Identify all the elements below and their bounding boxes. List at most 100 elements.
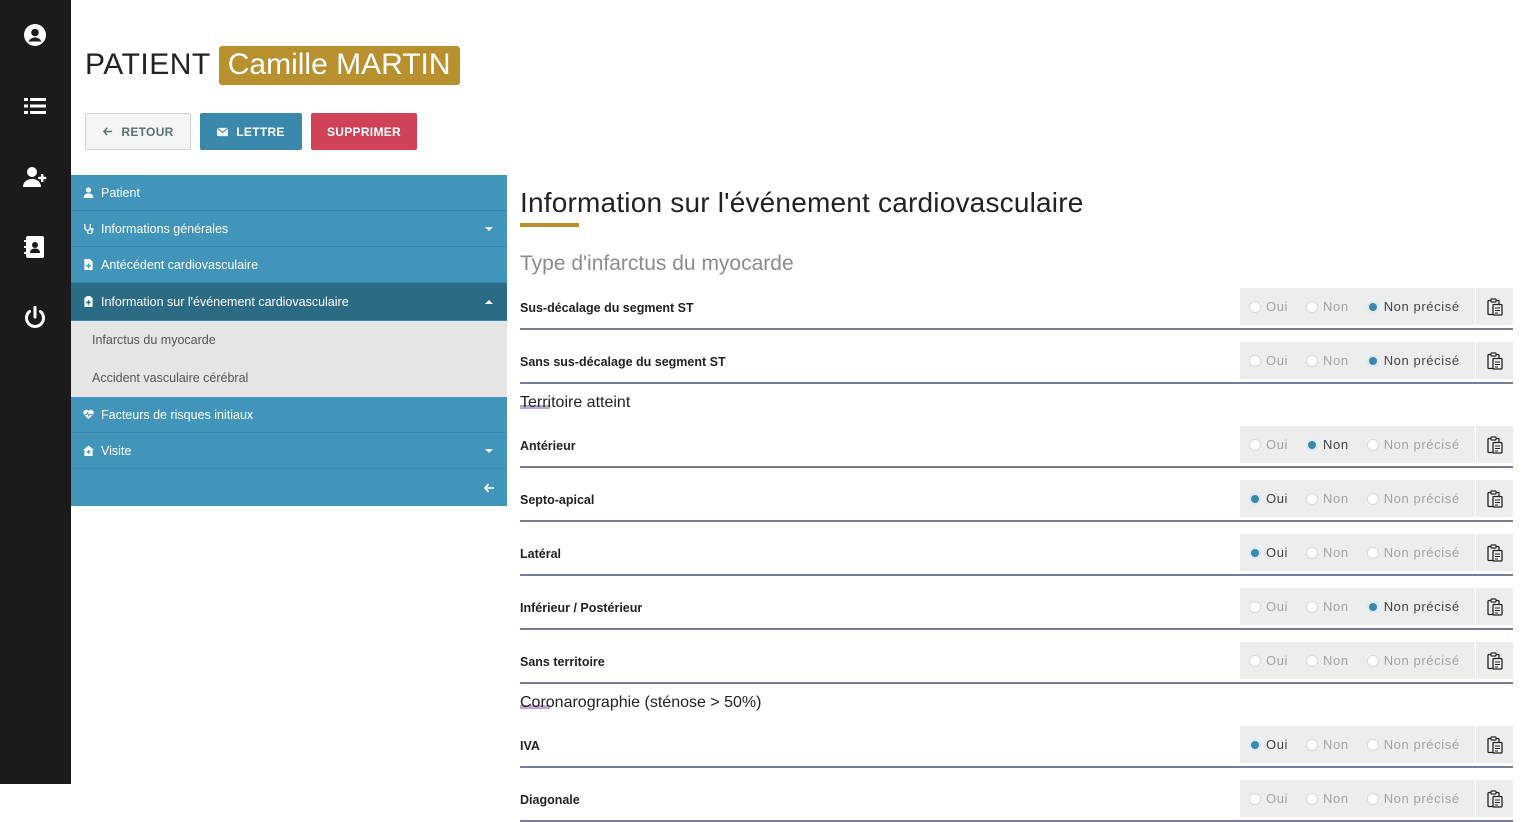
- radio-circle[interactable]: [1366, 354, 1379, 367]
- radio-option[interactable]: Non: [1306, 737, 1349, 752]
- radio-option[interactable]: Oui: [1249, 599, 1288, 614]
- clipboard-icon[interactable]: [1476, 780, 1513, 817]
- radio-option[interactable]: Oui: [1249, 491, 1288, 506]
- radio-circle[interactable]: [1249, 492, 1261, 505]
- radio-option[interactable]: Non précisé: [1366, 653, 1460, 668]
- delete-button[interactable]: SUPPRIMER: [311, 113, 417, 150]
- radio-option[interactable]: Non précisé: [1366, 437, 1460, 452]
- radio-circle[interactable]: [1366, 738, 1379, 751]
- menu-item-cardio-event[interactable]: Information sur l'événement cardiovascul…: [71, 283, 507, 321]
- clipboard-icon[interactable]: [1476, 588, 1513, 625]
- radio-option[interactable]: Non: [1306, 791, 1349, 806]
- patient-label: PATIENT: [85, 48, 211, 81]
- radio-option[interactable]: Non: [1306, 545, 1349, 560]
- menu-item-risk-factors[interactable]: Facteurs de risques initiaux: [71, 397, 507, 433]
- radio-option[interactable]: Oui: [1249, 545, 1288, 560]
- user-plus-icon[interactable]: [23, 165, 47, 189]
- power-icon[interactable]: [23, 305, 47, 330]
- radio-option[interactable]: Oui: [1249, 791, 1288, 806]
- radio-option[interactable]: Oui: [1249, 653, 1288, 668]
- radio-circle[interactable]: [1306, 438, 1319, 451]
- menu-item-visit[interactable]: Visite: [71, 433, 507, 469]
- radio-option[interactable]: Non précisé: [1366, 545, 1460, 560]
- radio-option[interactable]: Non: [1306, 491, 1349, 506]
- radio-option[interactable]: Non précisé: [1366, 737, 1460, 752]
- clipboard-icon[interactable]: [1476, 288, 1513, 325]
- radio-label: Non précisé: [1383, 299, 1460, 314]
- radio-circle[interactable]: [1249, 300, 1261, 313]
- radio-option[interactable]: Non: [1306, 437, 1349, 452]
- radio-option[interactable]: Non: [1306, 653, 1349, 668]
- radio-circle[interactable]: [1306, 654, 1319, 667]
- radio-option[interactable]: Non: [1306, 599, 1349, 614]
- radio-label: Non: [1323, 545, 1349, 560]
- menu-item-cardio-history[interactable]: Antécédent cardiovasculaire: [71, 247, 507, 283]
- radio-circle[interactable]: [1366, 792, 1379, 805]
- radio-option[interactable]: Non: [1306, 353, 1349, 368]
- back-button[interactable]: RETOUR: [85, 113, 191, 150]
- radio-circle[interactable]: [1306, 600, 1319, 613]
- list-icon[interactable]: [23, 94, 47, 118]
- radio-label: Oui: [1266, 791, 1289, 806]
- menu-item-general-info[interactable]: Informations générales: [71, 211, 507, 247]
- user-circle-icon[interactable]: [23, 23, 47, 47]
- radio-circle[interactable]: [1306, 300, 1319, 313]
- clipboard-icon[interactable]: [1476, 726, 1513, 763]
- radio-option[interactable]: Non précisé: [1366, 791, 1460, 806]
- radio-circle[interactable]: [1249, 438, 1261, 451]
- radio-circle[interactable]: [1249, 654, 1261, 667]
- radio-option[interactable]: Non précisé: [1366, 599, 1460, 614]
- question-row: Sans sus-décalage du segment ST Oui Non Non…: [520, 342, 1513, 384]
- radio-label: Non précisé: [1383, 737, 1460, 752]
- collapse-menu-button[interactable]: [71, 469, 507, 506]
- radio-circle[interactable]: [1366, 546, 1379, 559]
- radio-option[interactable]: Non: [1306, 299, 1349, 314]
- submenu-item-avc[interactable]: Accident vasculaire cérébral: [71, 359, 507, 397]
- clipboard-icon[interactable]: [1476, 426, 1513, 463]
- chevron-down-icon: [485, 226, 493, 231]
- radio-circle[interactable]: [1366, 492, 1379, 505]
- letter-button-label: LETTRE: [236, 124, 285, 139]
- radio-label: Oui: [1266, 599, 1289, 614]
- submenu: Infarctus du myocarde Accident vasculair…: [71, 321, 507, 397]
- contact-book-icon[interactable]: [23, 235, 47, 259]
- radio-circle[interactable]: [1366, 300, 1379, 313]
- radio-option[interactable]: Non précisé: [1366, 299, 1460, 314]
- radio-circle[interactable]: [1249, 354, 1261, 367]
- menu-item-patient[interactable]: Patient: [71, 175, 507, 211]
- radio-label: Oui: [1266, 299, 1289, 314]
- radio-circle[interactable]: [1306, 792, 1319, 805]
- clipboard-icon[interactable]: [1476, 342, 1513, 379]
- radio-circle[interactable]: [1249, 600, 1261, 613]
- radio-circle[interactable]: [1366, 600, 1379, 613]
- radio-option[interactable]: Oui: [1249, 299, 1288, 314]
- radio-option[interactable]: Non précisé: [1366, 353, 1460, 368]
- radio-circle[interactable]: [1306, 738, 1319, 751]
- radio-circle[interactable]: [1306, 492, 1319, 505]
- radio-label: Non précisé: [1383, 491, 1460, 506]
- question-row: IVA Oui Non Non précisé: [520, 726, 1513, 768]
- radio-option[interactable]: Oui: [1249, 737, 1288, 752]
- clipboard-icon[interactable]: [1476, 534, 1513, 571]
- clipboard-icon[interactable]: [1476, 642, 1513, 679]
- radio-circle[interactable]: [1306, 354, 1319, 367]
- radio-circle[interactable]: [1306, 546, 1319, 559]
- radio-circle[interactable]: [1366, 654, 1379, 667]
- radio-option[interactable]: Non précisé: [1366, 491, 1460, 506]
- submenu-item-infarctus[interactable]: Infarctus du myocarde: [71, 321, 507, 359]
- notes-medical-icon: [84, 296, 93, 307]
- radio-circle[interactable]: [1249, 546, 1261, 559]
- radio-option[interactable]: Oui: [1249, 437, 1288, 452]
- file-medical-icon: [84, 259, 93, 270]
- radio-option[interactable]: Oui: [1249, 353, 1288, 368]
- clipboard-icon[interactable]: [1476, 480, 1513, 517]
- section-title: Type d'infarctus du myocarde: [520, 252, 794, 275]
- radio-circle[interactable]: [1249, 738, 1261, 751]
- letter-button[interactable]: LETTRE: [200, 113, 302, 150]
- radio-label: Oui: [1266, 491, 1289, 506]
- radio-circle[interactable]: [1366, 438, 1379, 451]
- radio-group: Oui Non Non précisé: [1240, 642, 1475, 679]
- title-underline: [520, 223, 579, 227]
- radio-circle[interactable]: [1249, 792, 1261, 805]
- radio-label: Non précisé: [1383, 653, 1460, 668]
